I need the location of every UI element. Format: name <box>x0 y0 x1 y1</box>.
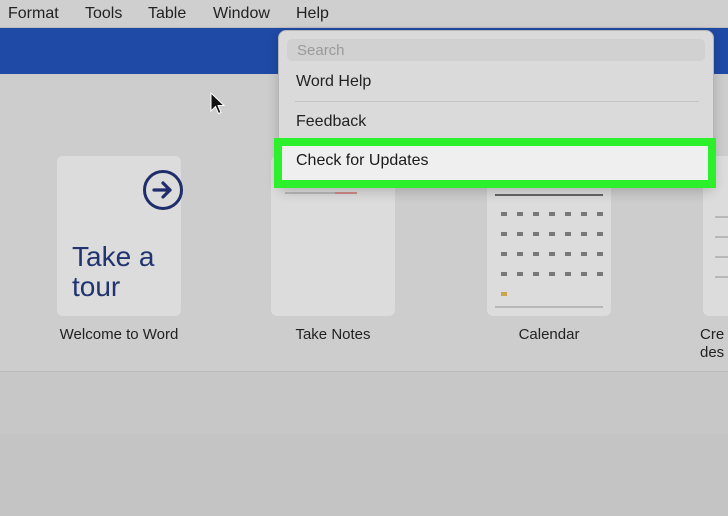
menu-format[interactable]: Format <box>8 5 59 23</box>
calendar-header-line <box>495 194 603 196</box>
calendar-week-row <box>501 212 603 217</box>
menu-item-word-help[interactable]: Word Help <box>296 73 371 91</box>
menu-tools[interactable]: Tools <box>85 5 122 23</box>
menu-item-check-for-updates-label: Check for Updates <box>296 152 429 169</box>
note-line <box>715 256 728 258</box>
menu-separator <box>295 101 699 102</box>
calendar-footer-line <box>495 306 603 308</box>
menu-item-feedback[interactable]: Feedback <box>296 113 366 131</box>
menu-window[interactable]: Window <box>213 5 270 23</box>
note-line <box>715 216 728 218</box>
window-bottom <box>0 434 728 516</box>
calendar-week-row <box>501 252 603 257</box>
take-a-tour-text: Take a tour <box>72 241 155 302</box>
mouse-pointer-icon <box>210 92 226 115</box>
calendar-week-row <box>501 292 599 297</box>
template-label-welcome: Welcome to Word <box>59 326 179 343</box>
calendar-week-row <box>501 272 603 277</box>
gallery-footer <box>0 372 728 434</box>
note-line <box>715 276 728 278</box>
help-search-input[interactable] <box>287 39 705 61</box>
note-line <box>285 192 335 194</box>
calendar-week-row <box>501 232 603 237</box>
menu-help[interactable]: Help <box>296 5 329 23</box>
menu-item-check-for-updates[interactable]: Check for Updates <box>274 138 716 188</box>
note-line <box>715 236 728 238</box>
template-card-welcome[interactable]: Take a tour <box>57 156 183 316</box>
note-line-accent <box>335 192 357 194</box>
template-label-take-notes: Take Notes <box>295 326 371 343</box>
menu-bar: Format Tools Table Window Help <box>0 0 728 28</box>
arrow-right-circle-icon <box>143 170 183 210</box>
template-label-calendar: Calendar <box>518 326 580 343</box>
menu-table[interactable]: Table <box>148 5 186 23</box>
template-label-create: Cre des <box>700 326 725 361</box>
